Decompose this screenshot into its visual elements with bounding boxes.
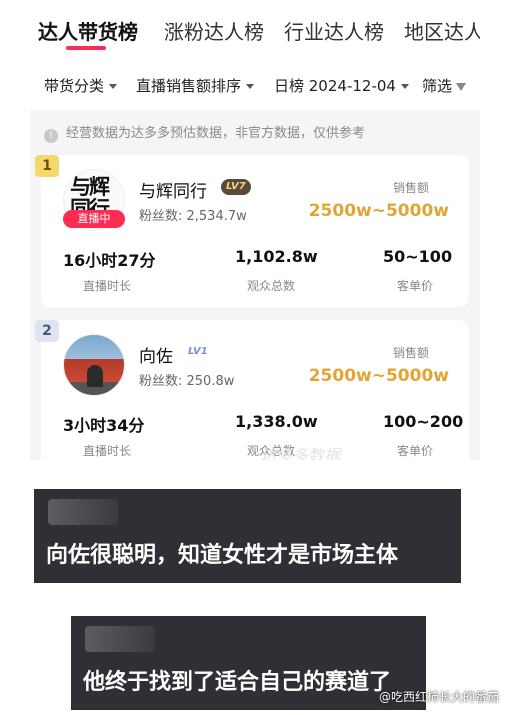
stat-viewers: 1,338.0w [235,412,318,431]
rank-badge: 2 [35,320,59,342]
sort-label: 直播销售额排序 [136,77,242,95]
info-icon: ! [44,129,58,143]
sales-label: 销售额 [392,346,429,360]
funnel-icon [456,82,467,91]
sales-value: 2500w~5000w [308,366,449,386]
active-tab-indicator [66,46,106,50]
rank-badge: 1 [35,155,59,177]
blurred-avatar [48,499,118,525]
ranking-card[interactable]: 1 与辉同行 直播中 与辉同行 LV7 粉丝数: 2,534.7w 销售额 25… [35,155,469,307]
ranking-app-screenshot: 达人带货榜 涨粉达人榜 行业达人榜 地区达人 带货分类 直播销售额排序 日榜 2… [30,0,480,460]
stat-duration: 16小时27分 [63,251,156,270]
chevron-down-icon [400,84,409,89]
ranking-tabs: 达人带货榜 涨粉达人榜 行业达人榜 地区达人 [30,0,480,58]
avatar-door-shape [87,365,103,387]
stat-order-value-label: 客单价 [397,279,434,293]
stat-viewers: 1,102.8w [235,247,318,266]
tab-fan-growth[interactable]: 涨粉达人榜 [164,16,264,45]
data-disclaimer: ! 经营数据为达多多预估数据，非官方数据，仅供参考 [44,122,365,143]
fans-count: 粉丝数: 250.8w [139,374,235,389]
weibo-credit: @吃西红柿长大的番茄 [378,690,499,704]
stat-order-value: 50~100 [383,247,453,266]
filter-bar: 带货分类 直播销售额排序 日榜 2024-12-04 筛选 [30,58,480,110]
chevron-down-icon [246,84,255,89]
blurred-avatar [85,626,155,652]
caption-text: 他终于找到了适合自己的赛道了 [83,670,392,695]
disclaimer-text: 经营数据为达多多预估数据，非官方数据，仅供参考 [66,126,366,141]
streamer-name[interactable]: 与辉同行 [139,177,207,202]
fans-count: 粉丝数: 2,534.7w [139,209,247,224]
filter-button[interactable]: 筛选 [422,75,467,96]
stat-order-value-label: 客单价 [397,444,434,458]
sales-value: 2500w~5000w [308,201,449,221]
stat-duration-label: 直播时长 [83,279,132,293]
chevron-down-icon [109,84,118,89]
avatar[interactable] [63,334,125,396]
stat-duration: 3小时34分 [63,416,145,435]
tab-sales-ranking[interactable]: 达人带货榜 [38,16,138,45]
ranking-card[interactable]: 2 向佐 LV1 粉丝数: 250.8w 销售额 2500w~5000w 3小时… [35,320,469,460]
streamer-name[interactable]: 向佐 [139,342,173,367]
watermark: 达多多数据 [260,446,341,460]
date-label: 日榜 2024-12-04 [274,77,396,95]
caption-frame: 向佐很聪明，知道女性才是市场主体 [34,489,461,583]
live-badge: 直播中 [63,210,125,228]
level-badge: LV1 [188,346,208,357]
sort-dropdown[interactable]: 直播销售额排序 [136,75,255,96]
stat-duration-label: 直播时长 [83,444,132,458]
stat-order-value: 100~200 [383,412,464,431]
tab-region[interactable]: 地区达人 [404,16,480,45]
filter-label: 筛选 [422,77,453,95]
sales-label: 销售额 [392,181,429,195]
stat-viewers-label: 观众总数 [247,279,296,293]
category-dropdown[interactable]: 带货分类 [44,75,118,96]
category-label: 带货分类 [44,77,105,95]
caption-frame: 他终于找到了适合自己的赛道了 [71,616,426,710]
caption-text: 向佐很聪明，知道女性才是市场主体 [46,543,399,568]
level-badge: LV7 [221,179,251,195]
tab-industry[interactable]: 行业达人榜 [284,16,384,45]
date-dropdown[interactable]: 日榜 2024-12-04 [274,75,409,96]
